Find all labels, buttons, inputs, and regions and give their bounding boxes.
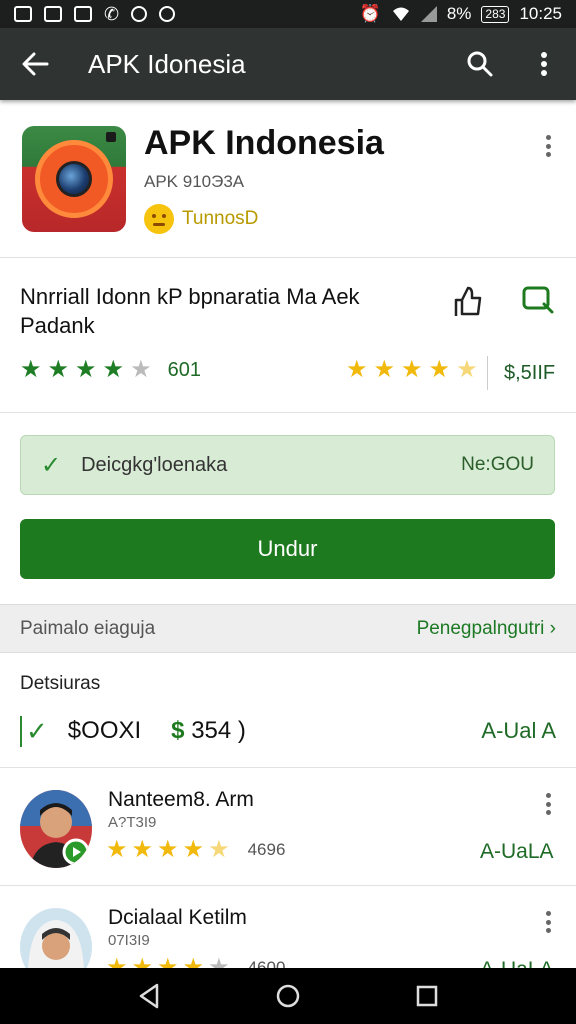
description-text: Nnrriall Idonn kP bpnaratia Ma Aek Padan… [20, 284, 360, 338]
arrow-back-icon [22, 52, 49, 76]
app-options-button[interactable] [538, 132, 558, 160]
star-icon: ★ [428, 356, 451, 383]
star-icon: ★ [346, 356, 368, 383]
review-count: 4696 [247, 840, 286, 859]
triangle-back-icon [140, 983, 159, 1009]
review-item[interactable]: Nanteem8. Arm A?T3I9 ★ ★ ★ ★ ★ 4696 A-Ua… [0, 768, 576, 886]
divider [487, 356, 488, 390]
nav-back-button[interactable] [129, 976, 169, 1016]
search-icon [467, 51, 493, 77]
star-icon: ★ [373, 356, 396, 383]
details-section: Detsiuras ✓ $OOXI $ 354 ) A-Ual A [0, 653, 576, 768]
app-bar-title: APK Idonesia [88, 48, 246, 79]
star-icon: ★ [182, 836, 205, 863]
phone-icon: ✆ [104, 3, 120, 24]
star-icon: ★ [102, 356, 125, 383]
details-value-2-text: 354 ) [191, 717, 246, 744]
star-icon: ★ [131, 954, 154, 969]
notice-label: Deicgkg'loenaka [81, 453, 228, 476]
details-value-2: $ 354 ) [171, 717, 246, 745]
dollar-sign: $ [171, 717, 185, 744]
section-link[interactable]: Penegpalngutri › [417, 618, 556, 640]
review-right-label: A-UaLA [480, 840, 554, 863]
app-subtitle: APK 910Э3A [144, 172, 245, 191]
review-stars: ★ ★ ★ ★ ★ 4696 [106, 838, 285, 862]
nav-home-button[interactable] [268, 976, 308, 1016]
developer-row[interactable]: TunnosD [144, 204, 258, 234]
details-row[interactable]: ✓ $OOXI $ 354 ) A-Ual A [20, 711, 556, 751]
message-icon [131, 6, 148, 22]
circle-home-icon [276, 984, 300, 1008]
clock: 10:25 [519, 4, 562, 23]
notification-icon [14, 6, 32, 22]
star-icon: ★ [106, 954, 128, 969]
review-right-label: A-UaLA [480, 958, 554, 968]
review-options-button[interactable] [538, 790, 558, 818]
gallery-notification-icon [44, 6, 62, 22]
app-icon [22, 126, 126, 232]
rating-count: 601 [167, 358, 201, 381]
star-icon: ★ [20, 356, 42, 383]
overflow-menu-button[interactable] [512, 28, 576, 100]
rating-stars-left: ★ ★ ★ ★ ★ 601 [20, 358, 201, 382]
details-right-label: A-Ual A [481, 718, 556, 743]
star-icon: ★ [157, 954, 179, 969]
developer-emoji-icon [144, 204, 174, 234]
battery-icon: 283 [481, 5, 510, 23]
signal-icon [420, 6, 437, 22]
search-button[interactable] [448, 28, 512, 100]
alarm-icon: ⏰ [359, 4, 381, 23]
review-count: 4600 [247, 958, 286, 968]
nav-recents-button[interactable] [407, 976, 447, 1016]
details-heading: Detsiuras [20, 673, 101, 694]
star-icon: ★ [182, 954, 205, 969]
star-half-icon: ★ [456, 356, 478, 383]
price: $,5IIF [504, 362, 556, 384]
star-icon: ★ [131, 836, 154, 863]
review-button[interactable] [518, 280, 558, 320]
thumb-up-icon [454, 286, 482, 316]
reviewer-name: Nanteem8. Arm [108, 788, 254, 811]
share-button[interactable] [448, 280, 488, 320]
wifi-icon [392, 7, 409, 21]
description-section: Nnrriall Idonn kP bpnaratia Ma Aek Padan… [0, 258, 576, 413]
details-value-1: $OOXI [67, 717, 142, 744]
review-stars: ★ ★ ★ ★ ★ 4600 [106, 954, 286, 969]
comment-search-icon [522, 286, 554, 314]
reviewer-name: Dcialaal Ketilm [108, 906, 247, 929]
star-half-icon: ★ [208, 836, 230, 863]
app-name: APK Indonesia [144, 124, 384, 162]
star-empty-icon: ★ [130, 356, 152, 383]
section-label: Paimalo eiaguja [20, 617, 156, 639]
star-icon: ★ [157, 836, 179, 863]
system-nav-bar [0, 968, 576, 1024]
back-button[interactable] [0, 28, 70, 100]
notification-icon-2 [74, 6, 92, 22]
section-header: Paimalo eiaguja Penegpalngutri › [0, 604, 576, 653]
install-button[interactable]: Undur [20, 519, 555, 579]
check-icon: ✓ [20, 715, 48, 747]
star-icon: ★ [47, 356, 70, 383]
star-icon: ★ [75, 356, 97, 383]
review-options-button[interactable] [538, 908, 558, 936]
star-icon: ★ [401, 356, 423, 383]
square-recents-icon [416, 985, 437, 1007]
app-bar: APK Idonesia [0, 28, 576, 100]
status-notice[interactable]: ✓ Deicgkg'loenaka Ne:GOU [20, 435, 555, 495]
notice-value: Ne:GOU [461, 454, 534, 475]
star-empty-icon: ★ [208, 954, 230, 969]
rating-stars-right: ★ ★ ★ ★ ★ [346, 358, 478, 382]
battery-percent: 8% [446, 4, 472, 23]
reviewer-subtitle: A?T3I9 [108, 814, 157, 831]
developer-name: TunnosD [182, 208, 259, 229]
chat-icon [159, 6, 176, 22]
more-vert-icon [541, 52, 547, 76]
reviewer-subtitle: 07I3I9 [108, 932, 150, 949]
avatar [20, 790, 92, 868]
avatar [20, 908, 92, 968]
check-icon: ✓ [41, 451, 62, 479]
status-bar: ✆ ⏰ 8% 283 10:25 [0, 0, 576, 28]
star-icon: ★ [106, 836, 128, 863]
review-item[interactable]: Dcialaal Ketilm 07I3I9 ★ ★ ★ ★ ★ 4600 A-… [0, 886, 576, 968]
